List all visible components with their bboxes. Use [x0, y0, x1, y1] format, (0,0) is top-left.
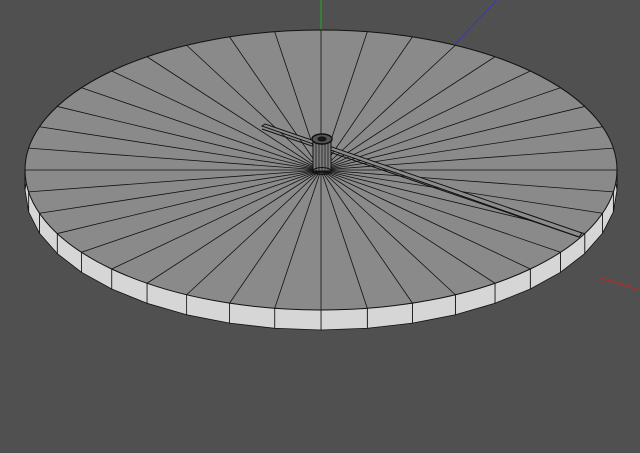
disc-side-segment — [274, 307, 322, 331]
scene-canvas[interactable] — [0, 0, 640, 453]
3d-viewport[interactable] — [0, 0, 640, 453]
hub-hole — [317, 136, 327, 142]
x-axis — [599, 277, 640, 291]
z-axis-line — [454, 0, 498, 45]
hub-cylinder[interactable] — [311, 133, 333, 175]
disc-side-segment — [320, 307, 368, 331]
x-axis-line — [599, 277, 640, 291]
